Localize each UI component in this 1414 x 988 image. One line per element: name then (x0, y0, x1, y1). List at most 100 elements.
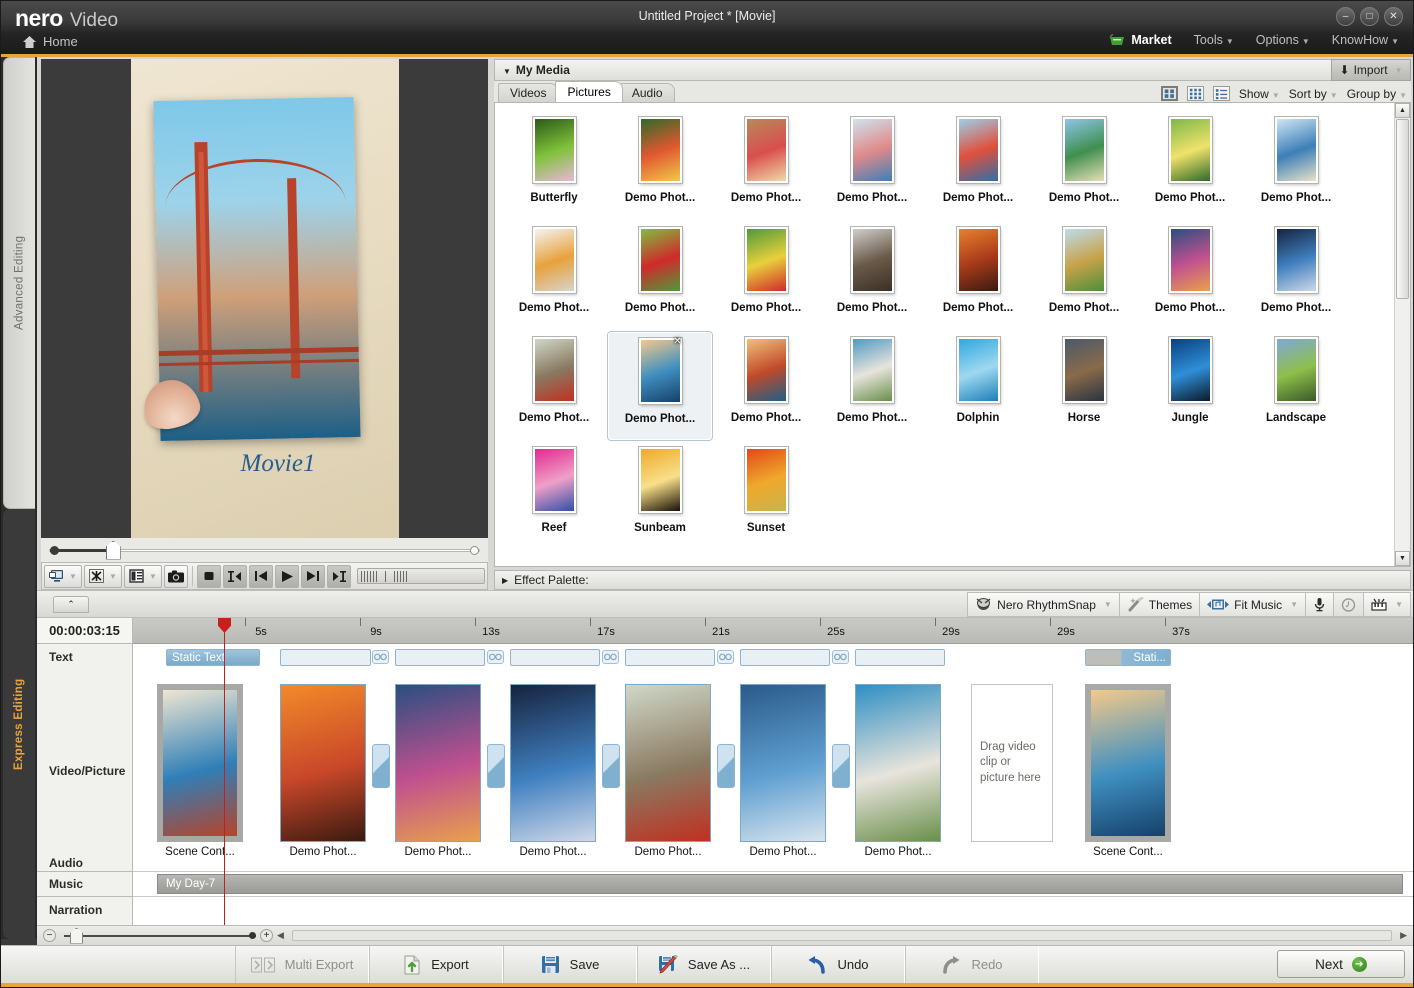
menu-market[interactable]: Market (1109, 33, 1172, 47)
undo-button[interactable]: Undo (771, 946, 905, 983)
large-icons-view-icon[interactable] (1160, 86, 1178, 101)
timeline-tracks[interactable]: 5s 9s 13s 17s 21s 25s 29s 29s 37s Static Text Sta… (133, 618, 1413, 925)
scroll-down-button[interactable]: ▼ (1395, 551, 1410, 566)
fit-music-button[interactable]: Fit Music ▼ (1199, 592, 1306, 617)
scroll-right-icon[interactable]: ▶ (1400, 930, 1407, 941)
scroll-left-icon[interactable]: ◀ (277, 930, 284, 941)
video-clip[interactable]: Demo Phot... (280, 684, 366, 858)
media-item[interactable]: Demo Phot... (819, 111, 925, 221)
mark-in-button[interactable] (223, 564, 247, 588)
text-clip[interactable] (855, 649, 945, 666)
media-item[interactable]: Demo Phot... (1137, 221, 1243, 331)
layout-button[interactable]: ▼ (124, 564, 162, 588)
record-narration-button[interactable] (1305, 592, 1334, 617)
scrollbar-thumb[interactable] (1396, 119, 1409, 299)
menu-knowhow[interactable]: KnowHow ▼ (1332, 33, 1399, 47)
media-item[interactable]: Demo Phot... (713, 111, 819, 221)
text-clip[interactable] (625, 649, 715, 666)
home-button[interactable]: Home (23, 34, 78, 49)
link-icon[interactable] (487, 650, 504, 664)
prev-frame-button[interactable] (249, 564, 273, 588)
link-icon[interactable] (717, 650, 734, 664)
close-button[interactable]: ✕ (1384, 7, 1403, 26)
media-item[interactable]: Demo Phot... (925, 221, 1031, 331)
media-item[interactable]: Demo Phot... (1137, 111, 1243, 221)
group-by-menu[interactable]: Group by ▼ (1347, 87, 1407, 101)
multi-export-button[interactable]: Multi Export (235, 946, 369, 983)
zoom-slider-handle[interactable] (70, 927, 83, 944)
video-clip[interactable]: Demo Phot... (855, 684, 941, 858)
list-view-icon[interactable] (1212, 86, 1230, 101)
media-item[interactable]: Sunbeam (607, 441, 713, 551)
export-button[interactable]: Export (369, 946, 503, 983)
video-clip[interactable]: Scene Cont... (157, 684, 243, 858)
media-scrollbar[interactable]: ▲ ▼ (1394, 103, 1410, 566)
play-button[interactable] (275, 564, 299, 588)
mark-out-button[interactable] (327, 564, 351, 588)
text-clip[interactable]: Static Text (166, 649, 260, 666)
scroll-up-button[interactable]: ▲ (1395, 103, 1410, 118)
media-item[interactable]: Dolphin (925, 331, 1031, 441)
video-clip[interactable]: Demo Phot... (395, 684, 481, 858)
media-item[interactable]: Demo Phot... (819, 331, 925, 441)
transition-handle[interactable] (832, 744, 850, 788)
video-clip[interactable]: Demo Phot... (625, 684, 711, 858)
zoom-slider-track[interactable] (64, 927, 256, 944)
my-media-title[interactable]: ▼ My Media (495, 63, 1331, 77)
video-clip[interactable]: Demo Phot... (510, 684, 596, 858)
playhead[interactable] (218, 618, 231, 925)
timeline-music-track[interactable]: My Day-7 (133, 872, 1413, 897)
preview-seek-bar[interactable] (41, 538, 488, 562)
timeline-video-track[interactable]: Scene Cont... Demo Phot... Demo Phot... Dem… (133, 682, 1413, 858)
tab-pictures[interactable]: Pictures (555, 81, 623, 102)
music-clip[interactable]: My Day-7 (157, 874, 1403, 894)
medium-icons-view-icon[interactable] (1186, 86, 1204, 101)
media-item[interactable]: Demo Phot... (1243, 111, 1349, 221)
rail-tab-advanced-editing[interactable]: Advanced Editing (3, 57, 35, 509)
media-item[interactable]: Demo Phot... (713, 221, 819, 331)
text-clip[interactable] (395, 649, 485, 666)
media-item[interactable]: Demo Phot... (607, 111, 713, 221)
text-clip[interactable] (280, 649, 371, 666)
menu-tools[interactable]: Tools ▼ (1194, 33, 1234, 47)
timeline-horizontal-scrollbar[interactable] (291, 930, 1393, 941)
next-button[interactable]: Next ➔ (1277, 950, 1405, 978)
media-item[interactable]: Demo Phot... (501, 331, 607, 441)
media-item[interactable]: Demo Phot... (1243, 221, 1349, 331)
next-frame-button[interactable] (301, 564, 325, 588)
link-icon[interactable] (602, 650, 619, 664)
duration-button[interactable] (1333, 592, 1364, 617)
media-item[interactable]: Demo Phot... (819, 221, 925, 331)
text-clip[interactable] (740, 649, 830, 666)
video-clip[interactable]: Demo Phot... (740, 684, 826, 858)
minimize-button[interactable]: – (1336, 7, 1355, 26)
show-menu[interactable]: Show ▼ (1239, 87, 1280, 101)
tab-audio[interactable]: Audio (619, 83, 675, 102)
display-mode-button[interactable]: ▼ (44, 564, 82, 588)
fullscreen-button[interactable]: ▼ (84, 564, 122, 588)
save-button[interactable]: Save (503, 946, 637, 983)
media-item[interactable]: Horse (1031, 331, 1137, 441)
media-item[interactable]: Demo Phot... (1031, 221, 1137, 331)
remove-media-icon[interactable]: ✕ (672, 336, 684, 348)
media-item[interactable]: Demo Phot... (501, 221, 607, 331)
save-as-button[interactable]: Save As ... (637, 946, 771, 983)
zoom-out-button[interactable]: − (43, 929, 56, 942)
media-item[interactable]: Demo Phot... (1031, 111, 1137, 221)
media-item[interactable]: Demo Phot... (925, 111, 1031, 221)
transition-handle[interactable] (372, 744, 390, 788)
seek-handle[interactable] (105, 540, 121, 560)
video-clip[interactable]: Scene Cont... (1085, 684, 1171, 858)
rail-tab-express-editing[interactable]: Express Editing (3, 509, 35, 939)
redo-button[interactable]: Redo (905, 946, 1039, 983)
preview-seek-track[interactable] (49, 540, 480, 560)
maximize-button[interactable]: □ (1360, 7, 1379, 26)
effect-palette-bar[interactable]: ▶ Effect Palette: (494, 570, 1411, 590)
link-icon[interactable] (372, 650, 389, 664)
menu-options[interactable]: Options ▼ (1256, 33, 1310, 47)
media-item[interactable]: Jungle (1137, 331, 1243, 441)
stop-button[interactable] (197, 564, 221, 588)
text-clip[interactable]: Stati... (1085, 649, 1171, 666)
import-button[interactable]: ⬇ Import ▼ (1331, 59, 1411, 81)
keyboard-shortcuts-button[interactable]: ▼ (1363, 592, 1411, 617)
